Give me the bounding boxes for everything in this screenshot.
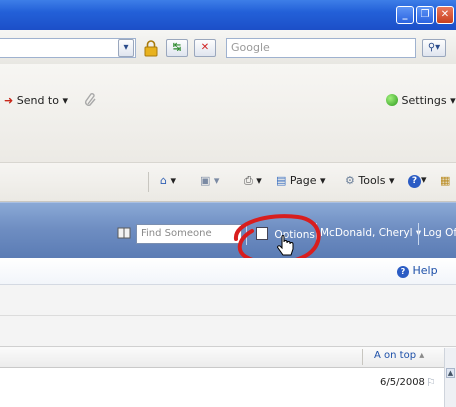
restore-button[interactable]: ❐ xyxy=(416,6,434,24)
hand-cursor-icon xyxy=(277,235,294,256)
list-item[interactable]: 6/5/2008 ⚐ xyxy=(0,368,456,407)
lock-icon[interactable] xyxy=(142,39,160,57)
address-input[interactable] xyxy=(0,38,136,58)
log-off-link[interactable]: Log Of xyxy=(423,227,456,239)
search-input[interactable]: Google xyxy=(226,38,416,58)
feeds-button[interactable]: ▣ ▾ xyxy=(200,174,219,187)
help-menu-button[interactable]: ? ▾ xyxy=(408,173,427,188)
home-button[interactable]: ⌂ ▾ xyxy=(160,174,176,187)
page-menu-button[interactable]: ▤ Page ▾ xyxy=(276,174,326,187)
list-column-header: A on top ▴ xyxy=(0,347,456,368)
minimize-button[interactable]: _ xyxy=(396,6,414,24)
find-someone-input[interactable]: Find Someone xyxy=(136,224,242,244)
flag-icon[interactable]: ⚐ xyxy=(426,376,436,389)
column-separator xyxy=(362,349,363,365)
send-to-button[interactable]: ➜ Send to ▾ xyxy=(4,94,68,107)
toolbar-separator xyxy=(148,172,149,192)
research-icon[interactable]: ▦ xyxy=(440,174,450,187)
owa-header-bar: Find Someone Options McDonald, Cheryl ▾ … xyxy=(0,202,456,265)
refresh-button[interactable]: ↹ xyxy=(166,39,188,57)
stop-button[interactable]: ✕ xyxy=(194,39,216,57)
attach-icon[interactable] xyxy=(84,92,98,108)
window-title-bar: _ ❐ ✕ xyxy=(0,0,456,30)
filter-row xyxy=(0,316,456,347)
command-bar: ⌂ ▾ ▣ ▾ ⎙ ▾ ▤ Page ▾ ⚙ Tools ▾ ? ▾ ▦ xyxy=(0,163,456,202)
gear-icon: ⚙ xyxy=(345,174,355,187)
received-date: 6/5/2008 xyxy=(380,377,425,388)
user-menu[interactable]: McDonald, Cheryl ▾ xyxy=(320,227,421,239)
help-row: ? Help xyxy=(0,258,456,285)
sort-arrow-icon: ▴ xyxy=(419,350,425,361)
search-icon: ⚲▾ xyxy=(427,42,441,53)
settings-icon xyxy=(386,94,398,106)
tools-menu-button[interactable]: ⚙ Tools ▾ xyxy=(345,174,395,187)
address-dropdown-button[interactable]: ▾ xyxy=(118,39,134,57)
home-icon: ⌂ xyxy=(160,174,167,187)
help-icon: ? xyxy=(397,266,409,278)
sort-order-button[interactable]: A on top ▴ xyxy=(374,350,424,361)
rss-icon: ▣ xyxy=(200,174,211,187)
toolbar-row xyxy=(0,285,456,316)
address-book-icon[interactable] xyxy=(117,226,131,240)
page-icon: ▤ xyxy=(276,174,287,187)
close-window-button[interactable]: ✕ xyxy=(436,6,454,24)
header-separator xyxy=(418,223,419,245)
settings-button[interactable]: Settings ▾ xyxy=(386,94,456,107)
scroll-up-icon[interactable]: ▲ xyxy=(446,368,455,378)
print-button[interactable]: ⎙ ▾ xyxy=(244,174,262,188)
print-icon: ⎙ xyxy=(244,174,253,187)
help-icon: ? xyxy=(408,175,421,188)
links-toolbar: ➜ Send to ▾ Settings ▾ xyxy=(0,64,456,163)
list-scrollbar[interactable]: ▲ xyxy=(444,348,456,407)
address-bar-row: ▾ ↹ ✕ Google ⚲▾ xyxy=(0,30,456,65)
send-to-icon: ➜ xyxy=(4,94,14,107)
search-button[interactable]: ⚲▾ xyxy=(422,39,446,57)
help-link[interactable]: ? Help xyxy=(397,264,438,278)
